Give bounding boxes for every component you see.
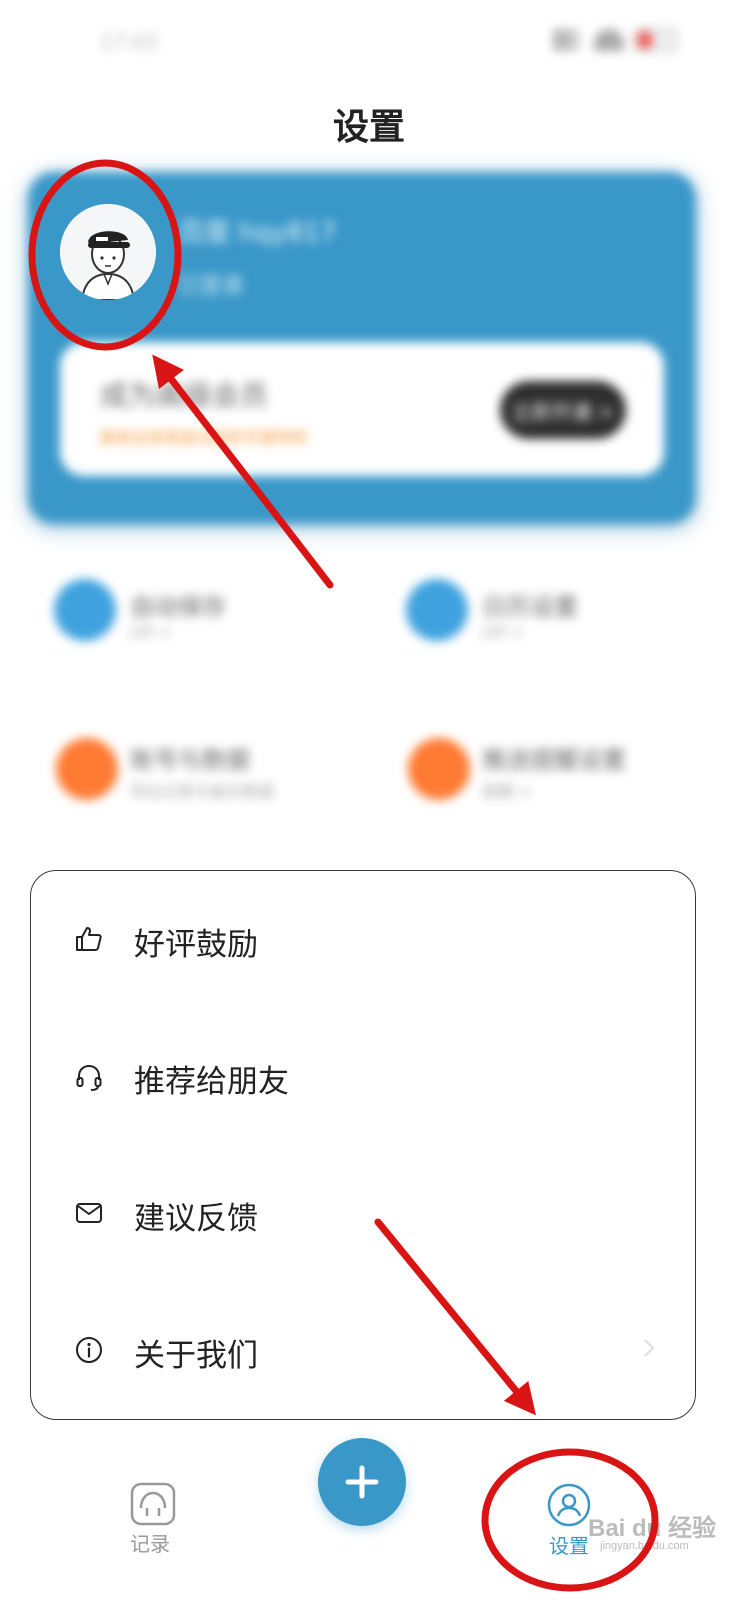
menu-item-label: 推荐给朋友 bbox=[134, 1064, 289, 1100]
record-icon bbox=[130, 1482, 176, 1526]
page-title: 设置 bbox=[332, 107, 405, 148]
watermark-url: jingyan.baidu.com bbox=[600, 1540, 689, 1552]
status-time: 17:03 bbox=[100, 30, 158, 54]
battery-icon bbox=[634, 28, 678, 52]
grid-item-title: 账号与数据 bbox=[130, 746, 250, 774]
menu-item-recommend[interactable] bbox=[30, 1008, 694, 1146]
menu-item-feedback[interactable] bbox=[30, 1146, 694, 1284]
grid-item-subtitle: 导出记录与备份数据 bbox=[130, 782, 275, 801]
status-icons bbox=[554, 28, 678, 52]
menu-item-rate[interactable] bbox=[30, 870, 694, 1008]
watermark: Bai du 经验 bbox=[588, 1515, 717, 1542]
menu-item-label: 好评鼓励 bbox=[134, 927, 258, 963]
grid-item-auto-save[interactable]: 自动保存 Off > bbox=[30, 555, 330, 665]
user-profile-icon bbox=[547, 1483, 591, 1527]
user-subtitle: 已登录 bbox=[178, 274, 245, 299]
headphones-icon bbox=[76, 1064, 102, 1091]
grid-item-icon bbox=[54, 579, 116, 641]
menu-item-label: 建议反馈 bbox=[134, 1201, 258, 1237]
chevron-right-icon bbox=[644, 1339, 655, 1357]
status-bar: 17:03 bbox=[0, 0, 738, 90]
thumbs-up-icon bbox=[76, 927, 102, 951]
plus-icon bbox=[345, 1465, 379, 1499]
grid-item-icon bbox=[56, 738, 118, 800]
vip-title: 成为高级会员 bbox=[100, 379, 269, 412]
grid-item-subtitle: Off > bbox=[482, 623, 525, 642]
grid-item-title: 日历设置 bbox=[482, 593, 578, 621]
user-name: 百度 hqy817 bbox=[178, 218, 337, 248]
grid-item-subtitle: Off > bbox=[130, 623, 173, 642]
add-record-button[interactable] bbox=[318, 1438, 406, 1526]
grid-item-icon bbox=[406, 579, 468, 641]
grid-item-subtitle: 提醒 > bbox=[482, 782, 533, 801]
grid-item-title: 自动保存 bbox=[130, 593, 226, 621]
grid-item-calendar[interactable]: 日历设置 Off > bbox=[380, 555, 680, 665]
nav-record-label: 记录 bbox=[130, 1532, 170, 1556]
grid-item-account-data[interactable]: 账号与数据 导出记录与备份数据 bbox=[30, 710, 330, 820]
grid-item-title: 推送提醒设置 bbox=[482, 746, 626, 774]
vip-open-button[interactable]: 立即开通 > bbox=[500, 381, 626, 439]
menu-item-about[interactable] bbox=[30, 1284, 694, 1418]
menu-item-label: 关于我们 bbox=[134, 1338, 258, 1374]
wifi-icon bbox=[594, 29, 624, 51]
avatar[interactable] bbox=[60, 204, 156, 300]
grid-item-icon bbox=[408, 738, 470, 800]
signal-icon bbox=[554, 29, 584, 51]
info-icon bbox=[76, 1337, 102, 1363]
vip-description: 解锁全部高级功能和专属特权 bbox=[100, 428, 309, 447]
nav-settings-label: 设置 bbox=[549, 1534, 589, 1558]
avatar-boy-icon bbox=[60, 204, 156, 300]
grid-item-reminder[interactable]: 推送提醒设置 提醒 > bbox=[380, 710, 680, 820]
mail-icon bbox=[76, 1203, 102, 1223]
